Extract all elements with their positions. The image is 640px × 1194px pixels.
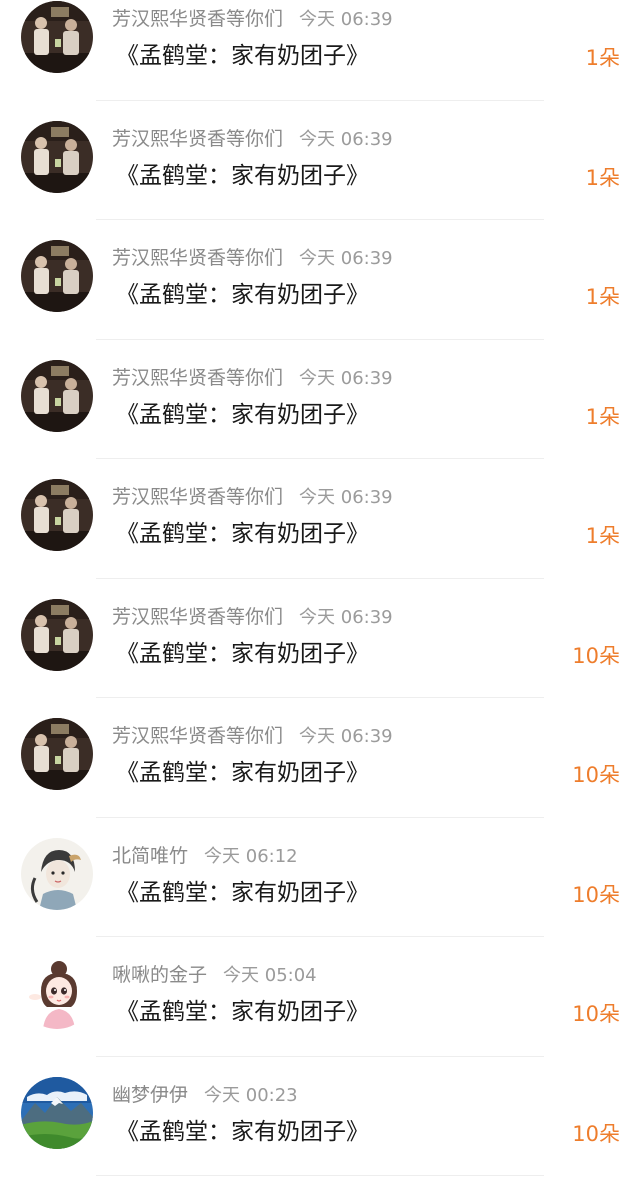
list-item[interactable]: 芳汉熙华贤香等你们今天 06:39 《孟鹤堂：家有奶团子》 1朵 bbox=[0, 119, 640, 239]
stage-performers-avatar bbox=[21, 240, 93, 312]
gift-list: 芳汉熙华贤香等你们今天 06:39 《孟鹤堂：家有奶团子》 1朵 芳汉熙华贤香等… bbox=[0, 0, 640, 1186]
timestamp: 今天 06:39 bbox=[299, 487, 393, 508]
gift-count: 10朵 bbox=[572, 1120, 620, 1148]
timestamp: 今天 06:12 bbox=[204, 846, 298, 867]
gift-count: 1朵 bbox=[586, 283, 620, 311]
stage-performers-avatar bbox=[21, 1, 93, 73]
avatar[interactable] bbox=[21, 479, 93, 551]
timestamp: 今天 05:04 bbox=[223, 965, 317, 986]
username[interactable]: 芳汉熙华贤香等你们 bbox=[112, 606, 283, 628]
stage-performers-avatar bbox=[21, 479, 93, 551]
list-item[interactable]: 芳汉熙华贤香等你们今天 06:39 《孟鹤堂：家有奶团子》 1朵 bbox=[0, 477, 640, 597]
divider bbox=[96, 1175, 544, 1176]
item-title: 《孟鹤堂：家有奶团子》 bbox=[116, 41, 369, 71]
list-item[interactable]: 芳汉熙华贤香等你们今天 06:39 《孟鹤堂：家有奶团子》 10朵 bbox=[0, 716, 640, 836]
timestamp: 今天 06:39 bbox=[299, 129, 393, 150]
stage-performers-avatar bbox=[21, 121, 93, 193]
gift-count: 1朵 bbox=[586, 522, 620, 550]
avatar[interactable] bbox=[21, 838, 93, 910]
username[interactable]: 啾啾的金子 bbox=[112, 964, 207, 986]
avatar[interactable] bbox=[21, 957, 93, 1029]
gift-count: 1朵 bbox=[586, 403, 620, 431]
gift-count: 10朵 bbox=[572, 881, 620, 909]
stage-performers-avatar bbox=[21, 599, 93, 671]
divider bbox=[96, 1056, 544, 1057]
gift-count: 1朵 bbox=[586, 44, 620, 72]
avatar[interactable] bbox=[21, 718, 93, 790]
list-item[interactable]: 芳汉熙华贤香等你们今天 06:39 《孟鹤堂：家有奶团子》 1朵 bbox=[0, 0, 640, 119]
item-meta: 芳汉熙华贤香等你们今天 06:39 bbox=[112, 365, 393, 391]
divider bbox=[96, 817, 544, 818]
timestamp: 今天 06:39 bbox=[299, 726, 393, 747]
avatar[interactable] bbox=[21, 599, 93, 671]
avatar[interactable] bbox=[21, 1077, 93, 1149]
item-meta: 芳汉熙华贤香等你们今天 06:39 bbox=[112, 126, 393, 152]
timestamp: 今天 06:39 bbox=[299, 248, 393, 269]
avatar[interactable] bbox=[21, 121, 93, 193]
gift-count: 10朵 bbox=[572, 1000, 620, 1028]
divider bbox=[96, 219, 544, 220]
timestamp: 今天 06:39 bbox=[299, 607, 393, 628]
list-item[interactable]: 啾啾的金子今天 05:04 《孟鹤堂：家有奶团子》 10朵 bbox=[0, 955, 640, 1075]
item-title: 《孟鹤堂：家有奶团子》 bbox=[116, 280, 369, 310]
cartoon-girl-avatar bbox=[21, 957, 93, 1029]
item-meta: 北简唯竹今天 06:12 bbox=[112, 843, 298, 869]
list-item[interactable]: 北简唯竹今天 06:12 《孟鹤堂：家有奶团子》 10朵 bbox=[0, 836, 640, 956]
stage-performers-avatar bbox=[21, 360, 93, 432]
item-meta: 芳汉熙华贤香等你们今天 06:39 bbox=[112, 604, 393, 630]
divider bbox=[96, 339, 544, 340]
avatar[interactable] bbox=[21, 1, 93, 73]
item-title: 《孟鹤堂：家有奶团子》 bbox=[116, 639, 369, 669]
avatar[interactable] bbox=[21, 240, 93, 312]
username[interactable]: 芳汉熙华贤香等你们 bbox=[112, 486, 283, 508]
item-title: 《孟鹤堂：家有奶团子》 bbox=[116, 400, 369, 430]
avatar[interactable] bbox=[21, 360, 93, 432]
timestamp: 今天 00:23 bbox=[204, 1085, 298, 1106]
username[interactable]: 芳汉熙华贤香等你们 bbox=[112, 128, 283, 150]
list-item[interactable]: 芳汉熙华贤香等你们今天 06:39 《孟鹤堂：家有奶团子》 1朵 bbox=[0, 358, 640, 478]
item-meta: 芳汉熙华贤香等你们今天 06:39 bbox=[112, 245, 393, 271]
username[interactable]: 芳汉熙华贤香等你们 bbox=[112, 8, 283, 30]
username[interactable]: 芳汉熙华贤香等你们 bbox=[112, 725, 283, 747]
timestamp: 今天 06:39 bbox=[299, 9, 393, 30]
gift-count: 10朵 bbox=[572, 761, 620, 789]
item-meta: 芳汉熙华贤香等你们今天 06:39 bbox=[112, 723, 393, 749]
gift-count: 1朵 bbox=[586, 164, 620, 192]
list-item[interactable]: 幽梦伊伊今天 00:23 《孟鹤堂：家有奶团子》 10朵 bbox=[0, 1075, 640, 1194]
item-title: 《孟鹤堂：家有奶团子》 bbox=[116, 878, 369, 908]
username[interactable]: 芳汉熙华贤香等你们 bbox=[112, 367, 283, 389]
item-title: 《孟鹤堂：家有奶团子》 bbox=[116, 161, 369, 191]
username[interactable]: 芳汉熙华贤香等你们 bbox=[112, 247, 283, 269]
mountain-landscape-avatar bbox=[21, 1077, 93, 1149]
divider bbox=[96, 578, 544, 579]
divider bbox=[96, 697, 544, 698]
gift-count: 10朵 bbox=[572, 642, 620, 670]
item-meta: 芳汉熙华贤香等你们今天 06:39 bbox=[112, 484, 393, 510]
username[interactable]: 幽梦伊伊 bbox=[112, 1084, 188, 1106]
item-title: 《孟鹤堂：家有奶团子》 bbox=[116, 519, 369, 549]
divider bbox=[96, 936, 544, 937]
list-item[interactable]: 芳汉熙华贤香等你们今天 06:39 《孟鹤堂：家有奶团子》 1朵 bbox=[0, 238, 640, 358]
divider bbox=[96, 100, 544, 101]
divider bbox=[96, 458, 544, 459]
username[interactable]: 北简唯竹 bbox=[112, 845, 188, 867]
item-meta: 芳汉熙华贤香等你们今天 06:39 bbox=[112, 6, 393, 32]
ink-portrait-avatar bbox=[21, 838, 93, 910]
item-title: 《孟鹤堂：家有奶团子》 bbox=[116, 1117, 369, 1147]
timestamp: 今天 06:39 bbox=[299, 368, 393, 389]
item-meta: 幽梦伊伊今天 00:23 bbox=[112, 1082, 298, 1108]
item-meta: 啾啾的金子今天 05:04 bbox=[112, 962, 317, 988]
list-item[interactable]: 芳汉熙华贤香等你们今天 06:39 《孟鹤堂：家有奶团子》 10朵 bbox=[0, 597, 640, 717]
item-title: 《孟鹤堂：家有奶团子》 bbox=[116, 997, 369, 1027]
stage-performers-avatar bbox=[21, 718, 93, 790]
item-title: 《孟鹤堂：家有奶团子》 bbox=[116, 758, 369, 788]
